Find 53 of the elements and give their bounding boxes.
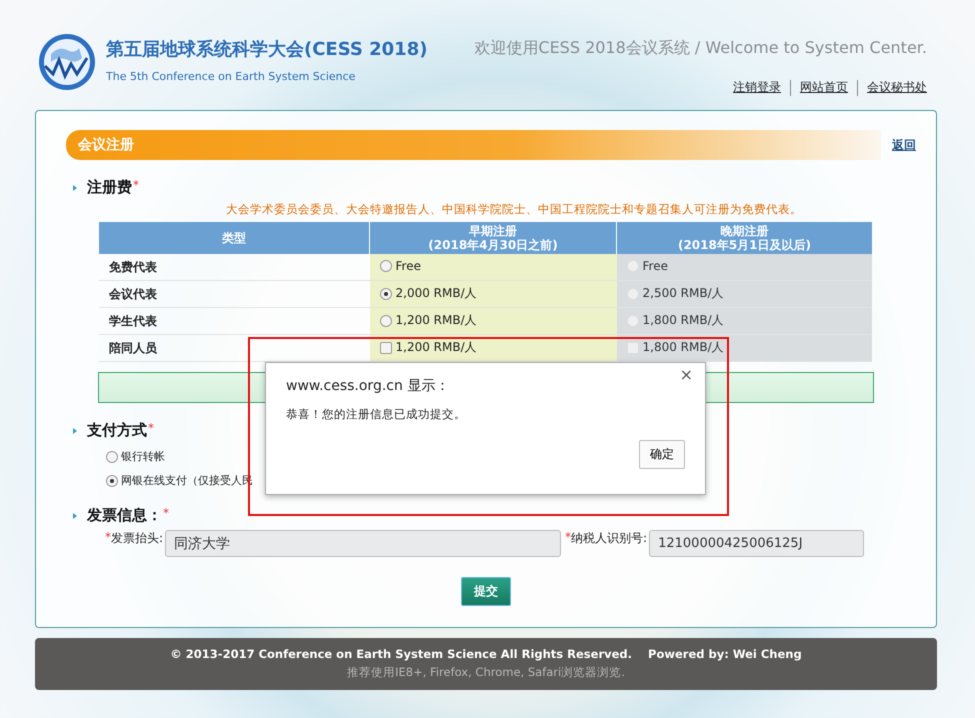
field-label: 纳税人识别号:: [571, 530, 648, 547]
site-subtitle: The 5th Conference on Earth System Science: [106, 70, 356, 83]
bullet-icon: [73, 512, 77, 518]
back-link[interactable]: 返回: [892, 136, 916, 154]
column-header: 晚期注册 (2018年5月1日及以后): [676, 224, 812, 252]
ok-button[interactable]: 确定: [639, 440, 685, 469]
table-cell: 学生代表: [99, 308, 370, 334]
header-link[interactable]: 注销登录: [733, 79, 781, 96]
input-field[interactable]: 同济大学: [165, 530, 562, 557]
required-mark: *: [148, 421, 154, 435]
browser-note: 推荐使用IE8+, Firefox, Chrome, Safari浏览器浏览.: [346, 665, 626, 680]
table-cell: 免费代表: [99, 254, 370, 280]
checkbox[interactable]: [380, 342, 392, 354]
required-mark: *: [163, 506, 169, 520]
required-mark: *: [133, 178, 139, 192]
close-button[interactable]: ×: [676, 365, 697, 384]
dialog-message: 恭喜！您的注册信息已成功提交。: [286, 407, 467, 422]
fee-note: 大会学术委员会委员、大会特邀报告人、中国科学院院士、中国工程院院士和专题召集人可注册为免费代表。: [226, 202, 803, 217]
radio-button[interactable]: [106, 450, 118, 462]
option-label: 银行转帐: [121, 449, 165, 464]
section-label: 发票信息：: [87, 506, 162, 525]
site-title: 第五届地球系统科学大会(CESS 2018): [106, 38, 428, 61]
price-label: 1,800 RMB/人: [642, 312, 724, 330]
radio-button[interactable]: [380, 288, 392, 300]
section-title-bar: 会议注册: [66, 130, 881, 160]
price-label: 1,200 RMB/人: [396, 312, 477, 330]
header-link[interactable]: 网站首页: [800, 79, 848, 96]
column-header: 早期注册 (2018年4月30日之前): [427, 224, 559, 252]
required-mark: *: [565, 530, 572, 544]
price-label: Free: [396, 259, 421, 273]
price-label: 2,000 RMB/人: [396, 285, 477, 302]
welcome-text: 欢迎使用CESS 2018会议系统 / Welcome to System Center.: [474, 38, 927, 59]
field-label: 发票抬头:: [111, 530, 164, 547]
bullet-icon: [73, 428, 77, 434]
header-link[interactable]: 会议秘书处: [867, 79, 927, 96]
section-label: 注册费: [87, 178, 132, 197]
copyright-text: © 2013-2017 Conference on Earth System Science All Rights Reserved. Powered by: Wei Cheng: [169, 647, 803, 661]
dialog-title: www.cess.org.cn 显示：: [286, 377, 450, 395]
price-label: Free: [642, 259, 668, 273]
radio-button[interactable]: [380, 314, 392, 327]
required-mark: *: [105, 530, 111, 544]
radio-button[interactable]: [106, 474, 118, 486]
input-field[interactable]: 12100000425006125J: [649, 530, 864, 557]
price-label: 1,200 RMB/人: [396, 339, 477, 356]
table-cell: 会议代表: [99, 280, 370, 308]
price-label: 2,500 RMB/人: [642, 285, 724, 302]
column-header: 类型: [221, 231, 247, 245]
price-label: 1,800 RMB/人: [642, 339, 724, 356]
submit-button[interactable]: 提交: [461, 577, 511, 606]
globe-logo-icon: [37, 32, 97, 92]
bullet-icon: [73, 184, 77, 190]
radio-button[interactable]: [380, 260, 392, 272]
section-label: 支付方式: [87, 421, 147, 440]
